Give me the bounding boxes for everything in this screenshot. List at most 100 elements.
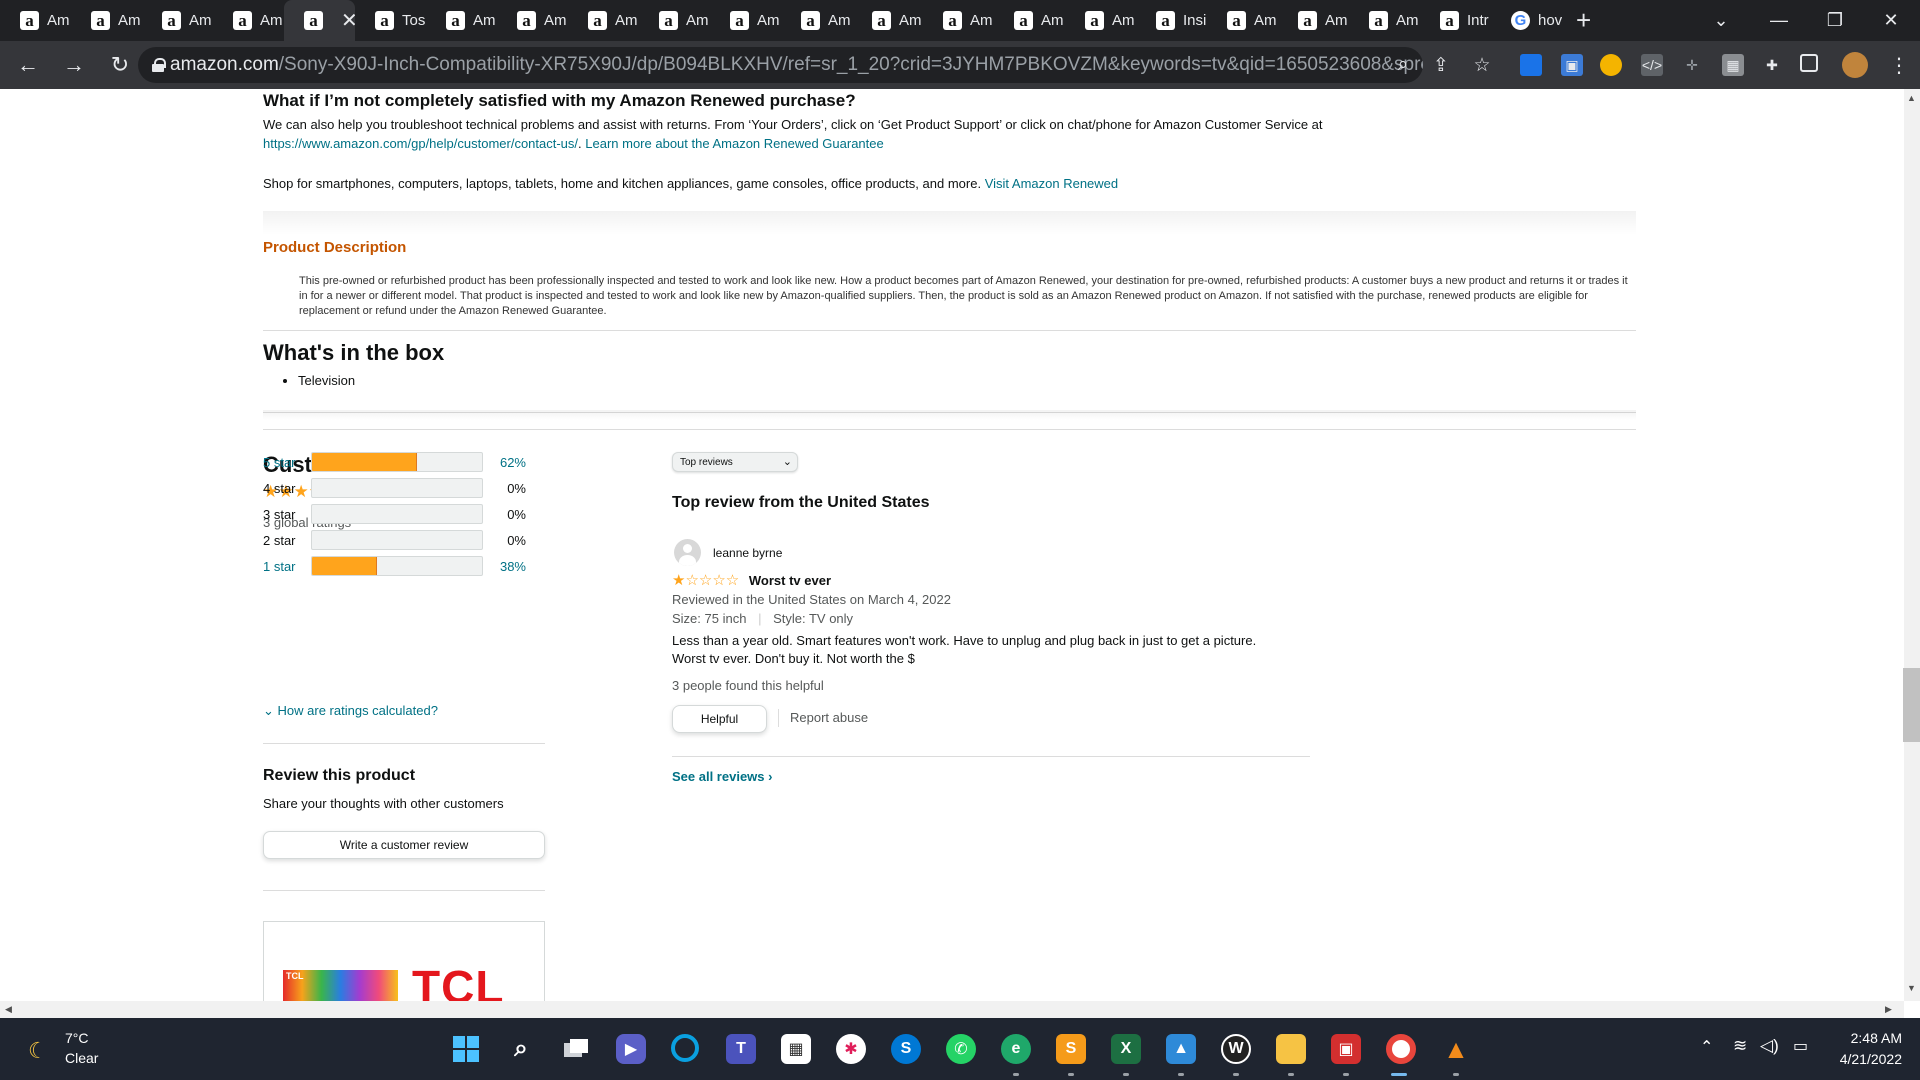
browser-tab[interactable]: a Am bbox=[142, 0, 213, 41]
extension-icon-1[interactable] bbox=[1520, 54, 1542, 76]
tcl-logo[interactable]: TCL bbox=[412, 960, 504, 1001]
extension-move-icon[interactable]: ✛ bbox=[1681, 54, 1703, 76]
back-button[interactable]: ← bbox=[8, 45, 48, 85]
chat-icon[interactable]: ▶ bbox=[616, 1034, 646, 1064]
extension-coin-icon[interactable] bbox=[1600, 54, 1622, 76]
store-icon[interactable]: ▦ bbox=[781, 1034, 811, 1064]
chevron-up-icon[interactable]: ⌃ bbox=[1700, 1037, 1713, 1057]
media-app-icon[interactable]: ▣ bbox=[1331, 1034, 1361, 1064]
photos-icon[interactable]: ▲ bbox=[1166, 1034, 1196, 1064]
scroll-left-arrow-icon[interactable]: ◀ bbox=[5, 1004, 12, 1015]
browser-tab[interactable]: a Am bbox=[1207, 0, 1278, 41]
save-extension-icon[interactable]: ▣ bbox=[1561, 54, 1583, 76]
histogram-bar[interactable] bbox=[311, 452, 483, 472]
weather-desc[interactable]: Clear bbox=[65, 1050, 98, 1066]
sponsored-ad[interactable]: TCL TCL bbox=[263, 921, 545, 1001]
tcl-tv-image[interactable]: TCL bbox=[283, 970, 398, 1001]
battery-icon[interactable]: ▭ bbox=[1793, 1036, 1808, 1056]
extension-grid-icon[interactable]: ▦ bbox=[1722, 54, 1744, 76]
bookmark-star-icon[interactable]: ☆ bbox=[1464, 47, 1500, 83]
search-icon[interactable]: ⌕ bbox=[506, 1034, 536, 1064]
browser-tab[interactable]: a Am bbox=[71, 0, 142, 41]
wps-icon[interactable]: W bbox=[1221, 1034, 1251, 1064]
task-view-icon[interactable] bbox=[561, 1034, 591, 1064]
zoom-icon[interactable]: ⌕ bbox=[1385, 47, 1421, 83]
restore-button[interactable]: ❐ bbox=[1807, 0, 1863, 41]
browser-tab[interactable]: a ✕ bbox=[284, 0, 355, 41]
cortana-icon[interactable] bbox=[671, 1034, 699, 1062]
how-ratings-calculated[interactable]: ⌄ How are ratings calculated? bbox=[263, 703, 438, 719]
renewed-guarantee-link[interactable]: Learn more about the Amazon Renewed Guar… bbox=[585, 136, 883, 151]
browser-tab[interactable]: a Am bbox=[781, 0, 852, 41]
browser-tab[interactable]: a Am bbox=[852, 0, 923, 41]
windows-start-icon[interactable] bbox=[451, 1034, 481, 1064]
extensions-puzzle-icon[interactable]: ✚ bbox=[1761, 54, 1783, 76]
scroll-right-arrow-icon[interactable]: ▶ bbox=[1885, 1004, 1892, 1015]
vertical-scroll-thumb[interactable] bbox=[1903, 668, 1920, 742]
slack-icon[interactable]: ✱ bbox=[836, 1034, 866, 1064]
clock-date[interactable]: 4/21/2022 bbox=[1832, 1051, 1902, 1067]
scroll-down-arrow-icon[interactable]: ▼ bbox=[1907, 983, 1916, 993]
vlc-icon[interactable]: ▲ bbox=[1441, 1034, 1471, 1064]
browser-tab[interactable]: a Am bbox=[1278, 0, 1349, 41]
reload-button[interactable]: ↻ bbox=[100, 45, 140, 85]
review-stars-icon[interactable]: ★☆☆☆☆ bbox=[672, 571, 739, 589]
browser-tab[interactable]: a Tos bbox=[355, 0, 426, 41]
how-ratings-link[interactable]: How are ratings calculated? bbox=[278, 703, 438, 718]
side-panel-icon[interactable] bbox=[1800, 54, 1818, 72]
profile-avatar[interactable] bbox=[1842, 52, 1868, 78]
close-tab-icon[interactable]: ✕ bbox=[341, 8, 355, 33]
histogram-star-label[interactable]: 5 star bbox=[263, 455, 311, 470]
new-tab-button[interactable]: + bbox=[1576, 5, 1591, 36]
horizontal-scrollbar[interactable] bbox=[0, 1001, 1904, 1018]
share-icon[interactable]: ⇪ bbox=[1423, 47, 1459, 83]
weather-temp[interactable]: 7°C bbox=[65, 1030, 89, 1046]
moon-icon[interactable]: ☾ bbox=[28, 1038, 48, 1064]
teams-icon[interactable]: T bbox=[726, 1034, 756, 1064]
file-explorer-icon[interactable] bbox=[1276, 1034, 1306, 1064]
histogram-star-label[interactable]: 1 star bbox=[263, 559, 311, 574]
browser-tab[interactable]: a Am bbox=[426, 0, 497, 41]
browser-tab[interactable]: a Intr bbox=[1420, 0, 1491, 41]
browser-tab[interactable]: a Am bbox=[1065, 0, 1136, 41]
histogram-bar[interactable] bbox=[311, 556, 483, 576]
browser-tab[interactable]: a Am bbox=[1349, 0, 1420, 41]
vertical-scrollbar[interactable] bbox=[1904, 89, 1920, 1001]
see-all-reviews-link[interactable]: See all reviews › bbox=[672, 769, 772, 784]
excel-icon[interactable]: X bbox=[1111, 1034, 1141, 1064]
reviewer-avatar[interactable] bbox=[674, 539, 701, 566]
sublime-icon[interactable]: S bbox=[1056, 1034, 1086, 1064]
helpful-button[interactable]: Helpful bbox=[672, 705, 767, 733]
write-review-button[interactable]: Write a customer review bbox=[263, 831, 545, 859]
visit-renewed-link[interactable]: Visit Amazon Renewed bbox=[985, 176, 1118, 191]
whatsapp-icon[interactable]: ✆ bbox=[946, 1034, 976, 1064]
browser-tab[interactable]: a Am bbox=[213, 0, 284, 41]
histogram-percent[interactable]: 62% bbox=[483, 455, 526, 470]
browser-tab[interactable]: a Insi bbox=[1136, 0, 1207, 41]
menu-kebab-icon[interactable]: ⋮ bbox=[1888, 54, 1910, 77]
forward-button[interactable]: → bbox=[54, 45, 94, 85]
browser-tab[interactable]: a Am bbox=[497, 0, 568, 41]
sort-reviews-select[interactable]: Top reviews ⌄ bbox=[672, 452, 798, 472]
see-all-reviews-text[interactable]: See all reviews › bbox=[672, 769, 772, 784]
histogram-percent[interactable]: 38% bbox=[483, 559, 526, 574]
browser-tab[interactable]: a Am bbox=[0, 0, 71, 41]
wifi-icon[interactable]: ≋ bbox=[1733, 1036, 1747, 1056]
skype-icon[interactable]: S bbox=[891, 1034, 921, 1064]
browser-tab[interactable]: a Am bbox=[923, 0, 994, 41]
browser-tab[interactable]: a Am bbox=[710, 0, 781, 41]
minimize-button[interactable]: — bbox=[1751, 0, 1807, 41]
browser-tab[interactable]: Ghov bbox=[1491, 0, 1562, 41]
browser-tab[interactable]: a Am bbox=[639, 0, 710, 41]
histogram-row[interactable]: 5 star 62% bbox=[263, 452, 526, 472]
extension-code-icon[interactable]: </> bbox=[1641, 54, 1663, 76]
histogram-row[interactable]: 1 star 38% bbox=[263, 556, 526, 576]
browser-tab[interactable]: a Am bbox=[994, 0, 1065, 41]
scroll-up-arrow-icon[interactable]: ▲ bbox=[1907, 93, 1916, 103]
volume-icon[interactable]: ◁) bbox=[1760, 1036, 1779, 1056]
tab-search-icon[interactable]: ⌄ bbox=[1693, 0, 1749, 41]
contact-us-link[interactable]: https://www.amazon.com/gp/help/customer/… bbox=[263, 136, 578, 151]
address-bar[interactable]: amazon.com/Sony-X90J-Inch-Compatibility-… bbox=[138, 47, 1423, 83]
report-abuse-link[interactable]: Report abuse bbox=[790, 710, 868, 725]
review-title[interactable]: Worst tv ever bbox=[749, 573, 831, 588]
